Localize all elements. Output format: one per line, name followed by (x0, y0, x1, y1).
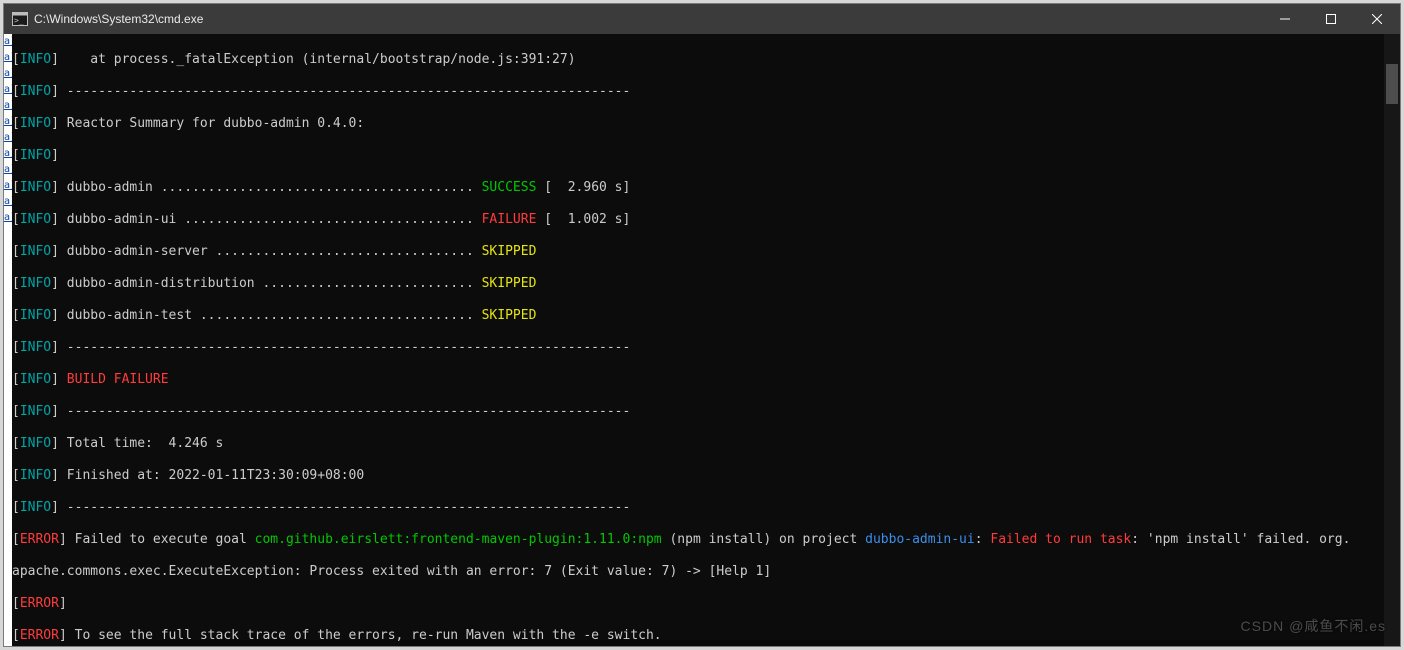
scroll-thumb[interactable] (1386, 64, 1398, 104)
minimize-button[interactable] (1262, 4, 1308, 34)
maximize-button[interactable] (1308, 4, 1354, 34)
cmd-icon: >_ (12, 11, 28, 27)
window-title: C:\Windows\System32\cmd.exe (34, 12, 203, 26)
vertical-scrollbar[interactable] (1384, 34, 1400, 646)
close-button[interactable] (1354, 4, 1400, 34)
titlebar[interactable]: >_ C:\Windows\System32\cmd.exe (4, 4, 1400, 34)
left-gutter: a] a] a] a] a] a] a] a] a] a] a] a] (4, 34, 12, 646)
svg-text:>_: >_ (14, 16, 24, 25)
terminal-output[interactable]: [INFO] at process._fatalException (inter… (12, 34, 1384, 646)
terminal-area: a] a] a] a] a] a] a] a] a] a] a] a] [INF… (4, 34, 1400, 646)
window-controls (1262, 4, 1400, 34)
cmd-window: >_ C:\Windows\System32\cmd.exe a] a] a] … (3, 3, 1401, 647)
